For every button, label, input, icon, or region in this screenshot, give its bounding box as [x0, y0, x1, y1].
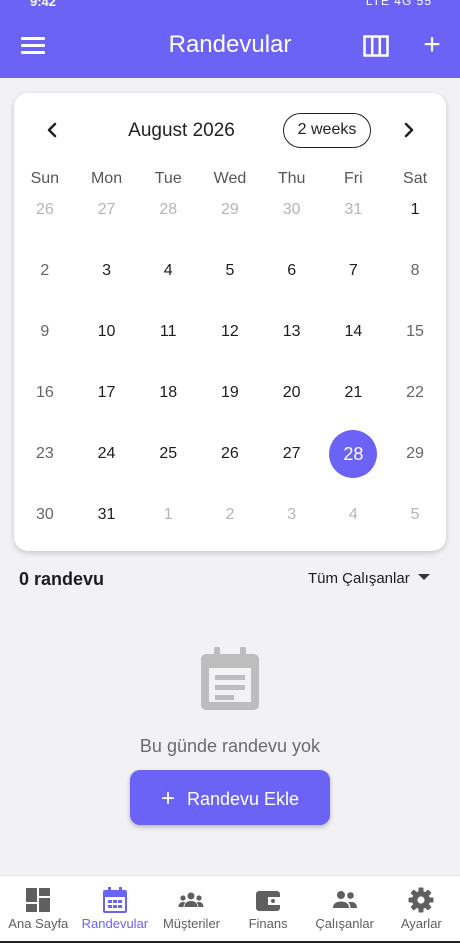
employee-filter-dropdown[interactable]: Tüm Çalışanlar [308, 570, 430, 590]
next-month-button[interactable] [394, 115, 424, 145]
month-title: August 2026 [128, 120, 235, 141]
calendar-day[interactable]: 29 [206, 186, 254, 234]
calendar-day[interactable]: 2 [21, 247, 69, 295]
nav-label: Randevular [81, 916, 149, 931]
calendar-day[interactable]: 29 [391, 430, 439, 478]
app-bar: Randevular + [0, 14, 460, 78]
add-button[interactable]: + [420, 30, 444, 60]
nav-item-finance[interactable]: Finans [230, 876, 307, 942]
calendar-day-selected[interactable]: 28 [329, 430, 378, 478]
calendar-day[interactable]: 30 [21, 491, 69, 539]
calendar-card: August 2026 2 weeks Sun Mon Tue Wed Thu … [14, 93, 446, 551]
nav-item-home[interactable]: Ana Sayfa [0, 876, 77, 942]
wallet-icon [256, 891, 281, 911]
previous-month-button[interactable] [37, 115, 67, 145]
calendar-day[interactable]: 1 [144, 491, 192, 539]
calendar-day[interactable]: 22 [391, 369, 439, 417]
appointment-count: 0 randevu [19, 569, 105, 589]
nav-label: Finans [248, 916, 288, 931]
calendar-day[interactable]: 11 [144, 308, 192, 356]
calendar-day[interactable]: 16 [21, 369, 69, 417]
nav-label: Müşteriler [162, 916, 221, 931]
status-bar: 9:42 LTE 4G 55 [0, 0, 460, 14]
calendar-day[interactable]: 26 [206, 430, 254, 478]
calendar-day[interactable]: 30 [268, 186, 316, 234]
bottom-navigation: Ana Sayfa Randevular Müşteriler Finans Ç… [0, 875, 460, 941]
employee-filter-label: Tüm Çalışanlar [308, 570, 410, 587]
calendar-day[interactable]: 3 [83, 247, 131, 295]
calendar-day[interactable]: 6 [268, 247, 316, 295]
calendar-day[interactable]: 15 [391, 308, 439, 356]
empty-calendar-icon [200, 646, 260, 712]
empty-state-text: Bu günde randevu yok [139, 736, 321, 756]
day-grid: 26 27 28 29 30 31 1 2 3 4 5 6 7 8 9 10 1… [14, 186, 446, 552]
add-icon: + [423, 28, 441, 61]
view-column-icon [363, 35, 389, 57]
calendar-day[interactable]: 26 [21, 186, 69, 234]
status-indicators: LTE 4G 55 [365, 0, 432, 8]
calendar-day[interactable]: 5 [391, 491, 439, 539]
calendar-day[interactable]: 12 [206, 308, 254, 356]
calendar-icon [102, 887, 127, 913]
people-icon [332, 891, 357, 908]
add-appointment-button[interactable]: + Randevu Ekle [130, 770, 330, 825]
calendar-day[interactable]: 4 [329, 491, 377, 539]
calendar-day[interactable]: 9 [21, 308, 69, 356]
calendar-day[interactable]: 14 [329, 308, 377, 356]
calendar-day[interactable]: 19 [206, 369, 254, 417]
nav-label: Çalışanlar [315, 916, 374, 931]
dashboard-icon [26, 888, 51, 912]
calendar-day[interactable]: 27 [268, 430, 316, 478]
calendar-day[interactable]: 23 [21, 430, 69, 478]
calendar-day[interactable]: 10 [83, 308, 131, 356]
chevron-left-icon [47, 122, 57, 138]
chevron-right-icon [404, 122, 414, 138]
nav-label: Ana Sayfa [8, 916, 69, 931]
calendar-day[interactable]: 4 [144, 247, 192, 295]
calendar-day[interactable]: 21 [329, 369, 377, 417]
nav-label: Ayarlar [400, 916, 442, 931]
calendar-day[interactable]: 17 [83, 369, 131, 417]
calendar-day[interactable]: 13 [268, 308, 316, 356]
settings-icon [408, 887, 434, 913]
format-toggle-button[interactable]: 2 weeks [283, 113, 371, 148]
calendar-day[interactable]: 25 [144, 430, 192, 478]
calendar-day[interactable]: 31 [83, 491, 131, 539]
add-appointment-label: Randevu Ekle [186, 789, 300, 809]
calendar-day[interactable]: 31 [329, 186, 377, 234]
groups-icon [178, 892, 204, 907]
dropdown-arrow-icon [417, 574, 430, 581]
calendar-day[interactable]: 7 [329, 247, 377, 295]
calendar-day[interactable]: 18 [144, 369, 192, 417]
status-time: 9:42 [30, 0, 57, 9]
page-title: Randevular [168, 31, 292, 58]
calendar-day[interactable]: 27 [83, 186, 131, 234]
plus-icon: + [160, 785, 175, 812]
calendar-day[interactable]: 20 [268, 369, 316, 417]
calendar-day[interactable]: 8 [391, 247, 439, 295]
view-toggle-button[interactable] [363, 35, 389, 57]
calendar-day[interactable]: 24 [83, 430, 131, 478]
nav-item-employees[interactable]: Çalışanlar [306, 876, 383, 942]
nav-item-settings[interactable]: Ayarlar [383, 876, 460, 942]
calendar-day[interactable]: 1 [391, 186, 439, 234]
nav-item-customers[interactable]: Müşteriler [153, 876, 230, 942]
calendar-day[interactable]: 3 [268, 491, 316, 539]
calendar-day[interactable]: 5 [206, 247, 254, 295]
calendar-day[interactable]: 2 [206, 491, 254, 539]
nav-item-appointments[interactable]: Randevular [77, 876, 154, 942]
calendar-day[interactable]: 28 [144, 186, 192, 234]
